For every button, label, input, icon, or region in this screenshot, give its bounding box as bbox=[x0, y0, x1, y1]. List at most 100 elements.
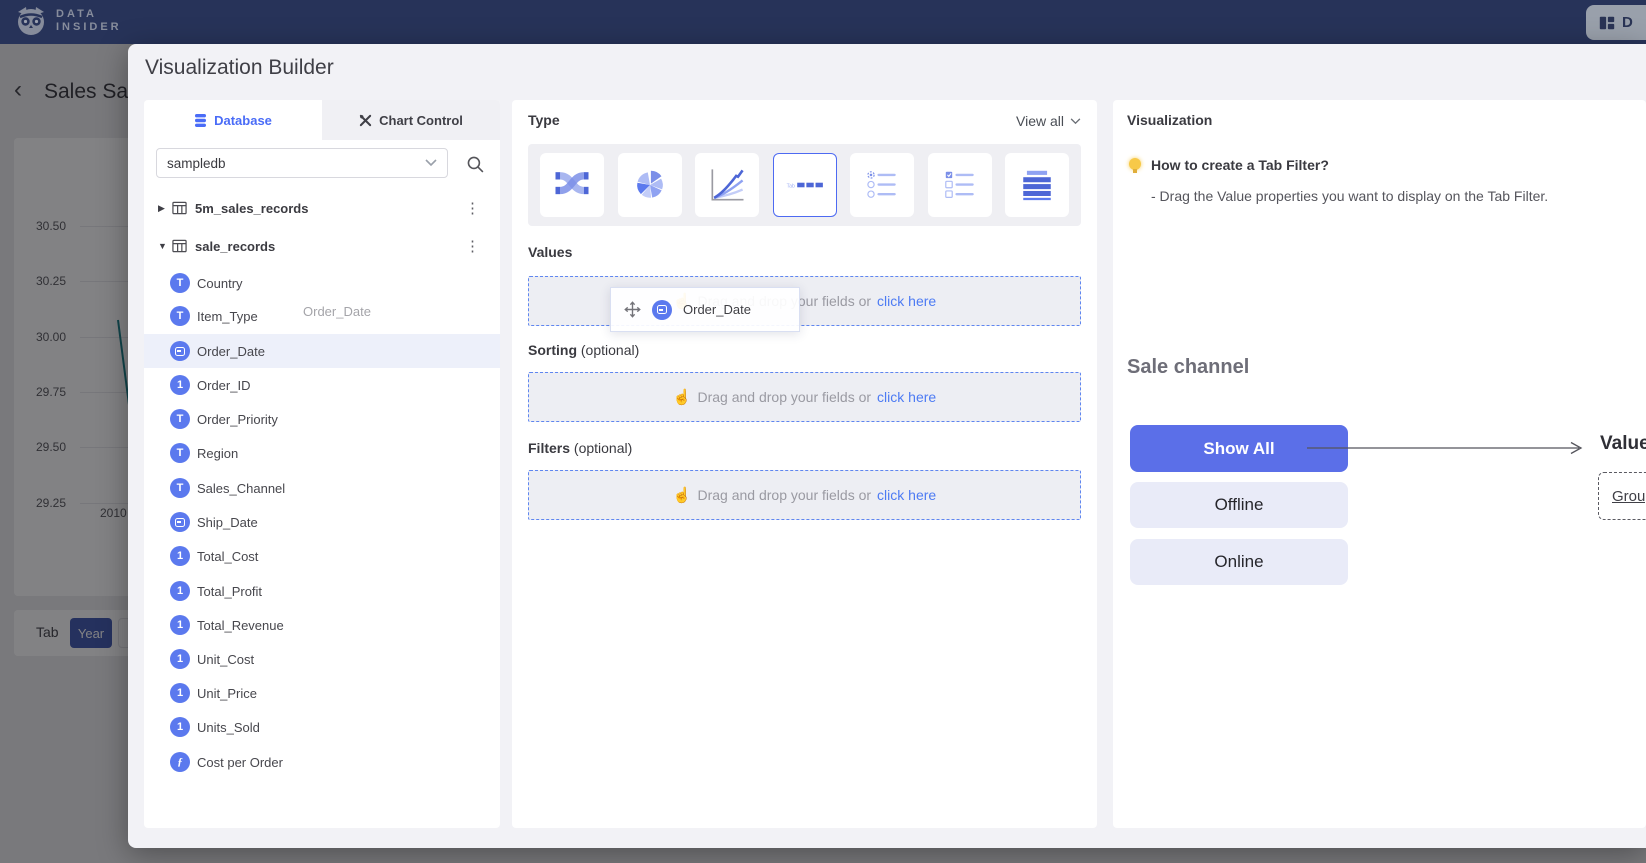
number-field-icon: 1 bbox=[170, 717, 190, 737]
builder-panel: Type View all bbox=[512, 100, 1097, 828]
field-row-units-sold[interactable]: 1 Units_Sold bbox=[144, 710, 500, 744]
field-row-order-priority[interactable]: T Order_Priority bbox=[144, 402, 500, 436]
filters-dropzone[interactable]: ☝ Drag and drop your fields or click her… bbox=[528, 470, 1081, 520]
chart-type-checkbox-list[interactable] bbox=[928, 153, 992, 217]
date-field-icon bbox=[170, 341, 190, 361]
sorting-click-here-link[interactable]: click here bbox=[877, 389, 936, 405]
sorting-dropzone[interactable]: ☝ Drag and drop your fields or click her… bbox=[528, 372, 1081, 422]
field-row-cost-per-order[interactable]: ƒ Cost per Order bbox=[144, 745, 500, 779]
tab-filter-widget-title: Sale channel bbox=[1127, 356, 1249, 379]
chart-type-pie[interactable] bbox=[618, 153, 682, 217]
move-icon bbox=[624, 301, 641, 318]
hand-pointer-icon: ☝ bbox=[673, 388, 692, 406]
number-field-icon: 1 bbox=[170, 649, 190, 669]
number-field-icon: 1 bbox=[170, 546, 190, 566]
dragged-field-card[interactable]: Order_Date bbox=[610, 287, 800, 332]
visualization-section-label: Visualization bbox=[1127, 112, 1212, 128]
text-field-icon: T bbox=[170, 478, 190, 498]
filters-section-label: Filters (optional) bbox=[528, 440, 632, 456]
field-row-total-cost[interactable]: 1 Total_Cost bbox=[144, 539, 500, 573]
field-row-total-revenue[interactable]: 1 Total_Revenue bbox=[144, 608, 500, 642]
table-icon bbox=[172, 239, 187, 253]
tab-filter-option-online[interactable]: Online bbox=[1130, 539, 1348, 585]
tab-filter-icon: Tab bbox=[783, 163, 827, 207]
tab-filter-option-offline[interactable]: Offline bbox=[1130, 482, 1348, 528]
lightbulb-icon bbox=[1129, 158, 1141, 170]
database-select[interactable]: sampledb bbox=[156, 148, 448, 178]
caret-collapsed-icon[interactable]: ▶ bbox=[158, 203, 172, 214]
drag-source-ghost: Order_Date bbox=[303, 304, 371, 319]
hand-pointer-icon: ☝ bbox=[673, 486, 692, 504]
chart-type-line[interactable] bbox=[695, 153, 759, 217]
field-row-country[interactable]: T Country bbox=[144, 266, 500, 300]
values-click-here-link[interactable]: click here bbox=[877, 293, 936, 309]
radio-list-icon bbox=[860, 163, 904, 207]
tools-icon bbox=[359, 114, 372, 127]
table-row-5m-sales-records[interactable]: ▶ 5m_sales_records ⋮ bbox=[144, 190, 500, 226]
group-link[interactable]: Group bbox=[1612, 488, 1646, 505]
dragged-field-label: Order_Date bbox=[683, 302, 751, 317]
table-row-sale-records[interactable]: ▼ sale_records ⋮ bbox=[144, 228, 500, 264]
chevron-down-icon bbox=[1070, 118, 1081, 125]
chart-type-sankey[interactable] bbox=[540, 153, 604, 217]
view-all-button[interactable]: View all bbox=[1016, 113, 1081, 129]
tip-body: - Drag the Value properties you want to … bbox=[1151, 188, 1548, 204]
brand-line-1: DATA bbox=[56, 8, 122, 21]
panel-tabstrip: Database Chart Control bbox=[144, 100, 500, 140]
text-field-icon: T bbox=[170, 273, 190, 293]
table-menu-kebab-icon[interactable]: ⋮ bbox=[465, 199, 480, 217]
text-field-icon: T bbox=[170, 306, 190, 326]
search-button[interactable] bbox=[462, 151, 488, 177]
pie-chart-icon bbox=[628, 163, 672, 207]
type-section-label: Type bbox=[528, 112, 560, 128]
text-field-icon: T bbox=[170, 443, 190, 463]
field-row-sales-channel[interactable]: T Sales_Channel bbox=[144, 471, 500, 505]
sankey-icon bbox=[550, 163, 594, 207]
tab-chart-control-label: Chart Control bbox=[379, 113, 463, 128]
top-navbar: DATA INSIDER D bbox=[0, 0, 1646, 44]
tip-title: How to create a Tab Filter? bbox=[1151, 157, 1329, 173]
chart-type-data-table[interactable] bbox=[1005, 153, 1069, 217]
brand-logo[interactable]: DATA INSIDER bbox=[14, 4, 122, 38]
group-annotation-box: Group bbox=[1598, 472, 1646, 520]
svg-text:Tab: Tab bbox=[786, 183, 794, 189]
field-row-unit-cost[interactable]: 1 Unit_Cost bbox=[144, 642, 500, 676]
field-row-ship-date[interactable]: Ship_Date bbox=[144, 505, 500, 539]
chart-type-radio-list[interactable] bbox=[850, 153, 914, 217]
tab-chart-control[interactable]: Chart Control bbox=[322, 100, 500, 140]
dashboard-nav-button[interactable]: D bbox=[1586, 5, 1646, 40]
table-menu-kebab-icon[interactable]: ⋮ bbox=[465, 237, 480, 255]
field-row-unit-price[interactable]: 1 Unit_Price bbox=[144, 676, 500, 710]
filters-click-here-link[interactable]: click here bbox=[877, 487, 936, 503]
app-root: DATA INSIDER D ‹ Sales Sa 30.50 30.25 3 bbox=[0, 0, 1646, 863]
chevron-down-icon bbox=[425, 159, 437, 167]
owl-logo-icon bbox=[14, 4, 48, 38]
table-name: sale_records bbox=[195, 239, 465, 254]
modal-title: Visualization Builder bbox=[145, 56, 334, 80]
chart-type-tab-filter[interactable]: Tab bbox=[773, 153, 837, 217]
database-panel: Database Chart Control sampledb bbox=[144, 100, 500, 828]
date-field-icon bbox=[170, 512, 190, 532]
visualization-builder-modal: Visualization Builder Database bbox=[128, 44, 1646, 848]
visualization-panel: Visualization How to create a Tab Filter… bbox=[1113, 100, 1646, 828]
line-chart-icon bbox=[705, 163, 749, 207]
number-field-icon: 1 bbox=[170, 615, 190, 635]
tab-database[interactable]: Database bbox=[144, 100, 322, 140]
chart-type-row: Tab bbox=[528, 144, 1081, 226]
field-row-region[interactable]: T Region bbox=[144, 436, 500, 470]
field-row-order-date[interactable]: Order_Date bbox=[144, 334, 500, 368]
checkbox-list-icon bbox=[938, 163, 982, 207]
table-name: 5m_sales_records bbox=[195, 201, 465, 216]
value-annotation-heading: Value bbox=[1600, 433, 1646, 455]
number-field-icon: 1 bbox=[170, 683, 190, 703]
dashboard-nav-label: D bbox=[1622, 14, 1633, 31]
field-row-total-profit[interactable]: 1 Total_Profit bbox=[144, 574, 500, 608]
caret-expanded-icon[interactable]: ▼ bbox=[158, 241, 172, 251]
search-icon bbox=[466, 155, 485, 174]
values-section-label: Values bbox=[528, 244, 572, 260]
date-field-icon bbox=[652, 300, 672, 320]
field-row-order-id[interactable]: 1 Order_ID bbox=[144, 368, 500, 402]
sorting-section-label: Sorting (optional) bbox=[528, 342, 639, 358]
number-field-icon: 1 bbox=[170, 581, 190, 601]
data-table-icon bbox=[1015, 163, 1059, 207]
